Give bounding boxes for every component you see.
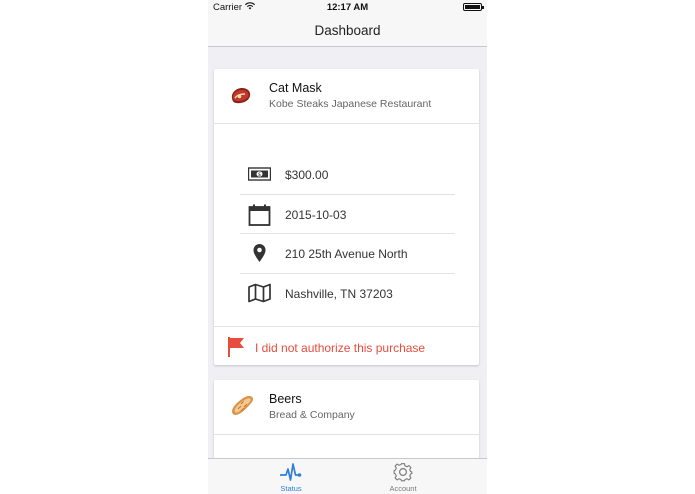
address-value: 210 25th Avenue North <box>285 247 408 261</box>
date-row: 2015-10-03 <box>240 195 455 234</box>
svg-text:$: $ <box>258 172 261 178</box>
flag-icon <box>226 336 246 358</box>
transaction-card[interactable]: Cat Mask Kobe Steaks Japanese Restaurant… <box>214 69 479 365</box>
merchant-item-title: Beers <box>269 392 302 406</box>
report-unauthorized-button[interactable]: I did not authorize this purchase <box>214 326 479 365</box>
map-icon <box>248 283 271 303</box>
amount-row: $ $300.00 <box>240 155 455 195</box>
card-header: Cat Mask Kobe Steaks Japanese Restaurant <box>214 69 479 124</box>
tab-label: Account <box>389 484 417 493</box>
tab-label: Status <box>280 484 302 493</box>
cash-icon: $ <box>247 164 272 184</box>
transaction-card[interactable]: Beers Bread & Company <box>214 380 479 458</box>
status-bar: Carrier 12:17 AM <box>208 0 487 14</box>
amount-value: $300.00 <box>285 168 329 182</box>
tab-status[interactable]: Status <box>236 459 346 494</box>
card-header: Beers Bread & Company <box>214 380 479 435</box>
merchant-name: Bread & Company <box>269 409 355 421</box>
dashboard-scroll[interactable]: Cat Mask Kobe Steaks Japanese Restaurant… <box>208 47 487 458</box>
calendar-icon <box>248 204 271 226</box>
tab-bar: Status Account <box>208 458 487 494</box>
pulse-icon <box>279 462 302 482</box>
transaction-details: $ $300.00 2015-10-03 210 25th Avenue Nor… <box>240 155 455 313</box>
merchant-item-title: Cat Mask <box>269 81 322 95</box>
report-unauthorized-label: I did not authorize this purchase <box>255 341 426 355</box>
steak-emoji-icon <box>230 82 252 108</box>
bread-emoji-icon <box>230 393 253 419</box>
merchant-name: Kobe Steaks Japanese Restaurant <box>269 98 432 110</box>
location-pin-icon <box>248 243 271 263</box>
city-value: Nashville, TN 37203 <box>285 286 393 301</box>
address-row: 210 25th Avenue North <box>240 234 455 274</box>
tab-account[interactable]: Account <box>348 459 458 494</box>
clock-label: 12:17 AM <box>326 2 369 13</box>
battery-icon <box>463 3 484 11</box>
page-title: Dashboard <box>314 23 381 38</box>
city-row: Nashville, TN 37203 <box>240 274 455 314</box>
date-value: 2015-10-03 <box>285 207 347 222</box>
nav-bar: Dashboard <box>208 14 487 47</box>
phone-screen: Carrier 12:17 AM Dashboard Cat Mask Kobe… <box>208 0 487 494</box>
gear-icon <box>392 462 414 482</box>
